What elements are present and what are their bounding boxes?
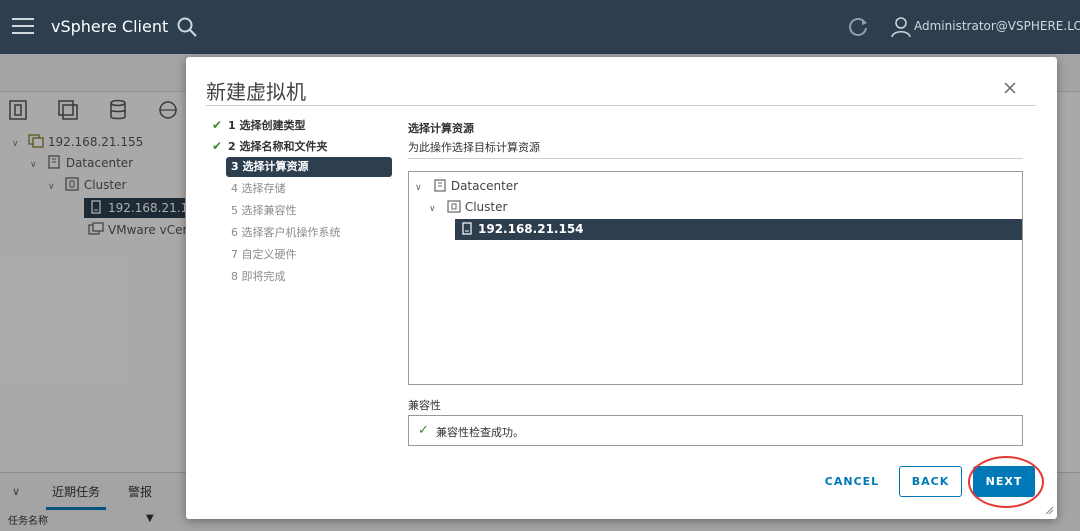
menu-icon[interactable] <box>12 18 34 36</box>
dialog-title: 新建虚拟机 <box>206 80 306 104</box>
resize-handle-icon[interactable] <box>1044 505 1054 515</box>
chevron-down-icon[interactable]: ∨ <box>415 178 429 199</box>
compatibility-label: 兼容性 <box>408 399 441 412</box>
resource-item-datacenter[interactable]: ∨ Datacenter <box>415 176 518 197</box>
cancel-button[interactable]: CANCEL <box>819 466 885 497</box>
compute-resource-tree: ∨ Datacenter ∨ Cluster 192.168.21.154 <box>408 171 1023 385</box>
step-6: 6 选择客户机操作系统 <box>231 226 341 239</box>
datacenter-icon <box>434 179 446 192</box>
close-icon[interactable] <box>1003 81 1017 95</box>
host-icon <box>462 222 472 235</box>
check-icon: ✔ <box>212 118 223 132</box>
step-8: 8 即将完成 <box>231 270 286 283</box>
step-1[interactable]: ✔ 1 选择创建类型 <box>212 115 392 135</box>
chevron-down-icon[interactable]: ∨ <box>429 199 443 220</box>
section-description: 为此操作选择目标计算资源 <box>408 141 540 154</box>
app-title[interactable]: vSphere Client <box>51 17 168 36</box>
section-divider <box>408 158 1023 159</box>
compatibility-message: 兼容性检查成功。 <box>436 426 524 439</box>
check-icon: ✓ <box>418 423 429 438</box>
back-button[interactable]: BACK <box>899 466 962 497</box>
user-icon[interactable] <box>891 16 911 38</box>
search-icon[interactable] <box>176 16 198 38</box>
step-2[interactable]: ✔ 2 选择名称和文件夹 <box>212 136 392 156</box>
resource-item-label: 192.168.21.154 <box>478 222 584 236</box>
resource-item-label: Cluster <box>464 200 508 214</box>
resource-item-label: Datacenter <box>450 179 519 193</box>
next-button[interactable]: NEXT <box>973 466 1035 497</box>
step-4: 4 选择存储 <box>231 182 286 195</box>
new-vm-wizard-dialog: 新建虚拟机 ✔ 1 选择创建类型 ✔ 2 选择名称和文件夹 3 选择计算资源 4 选… <box>186 57 1057 519</box>
user-name[interactable]: Administrator@VSPHERE.LOCAL <box>914 19 1080 33</box>
cluster-icon <box>447 200 461 213</box>
compatibility-box: ✓ 兼容性检查成功。 <box>408 415 1023 446</box>
resource-item-cluster[interactable]: ∨ Cluster <box>429 197 507 218</box>
step-3[interactable]: 3 选择计算资源 <box>226 157 392 177</box>
top-header: vSphere Client Administrator@VSPHERE.LOC… <box>0 0 1080 54</box>
check-icon: ✔ <box>212 139 223 153</box>
section-heading: 选择计算资源 <box>408 122 474 135</box>
refresh-icon[interactable] <box>846 15 870 39</box>
step-5: 5 选择兼容性 <box>231 204 297 217</box>
resource-item-host[interactable]: 192.168.21.154 <box>455 219 1022 240</box>
title-divider <box>206 105 1036 106</box>
step-7: 7 自定义硬件 <box>231 248 297 261</box>
